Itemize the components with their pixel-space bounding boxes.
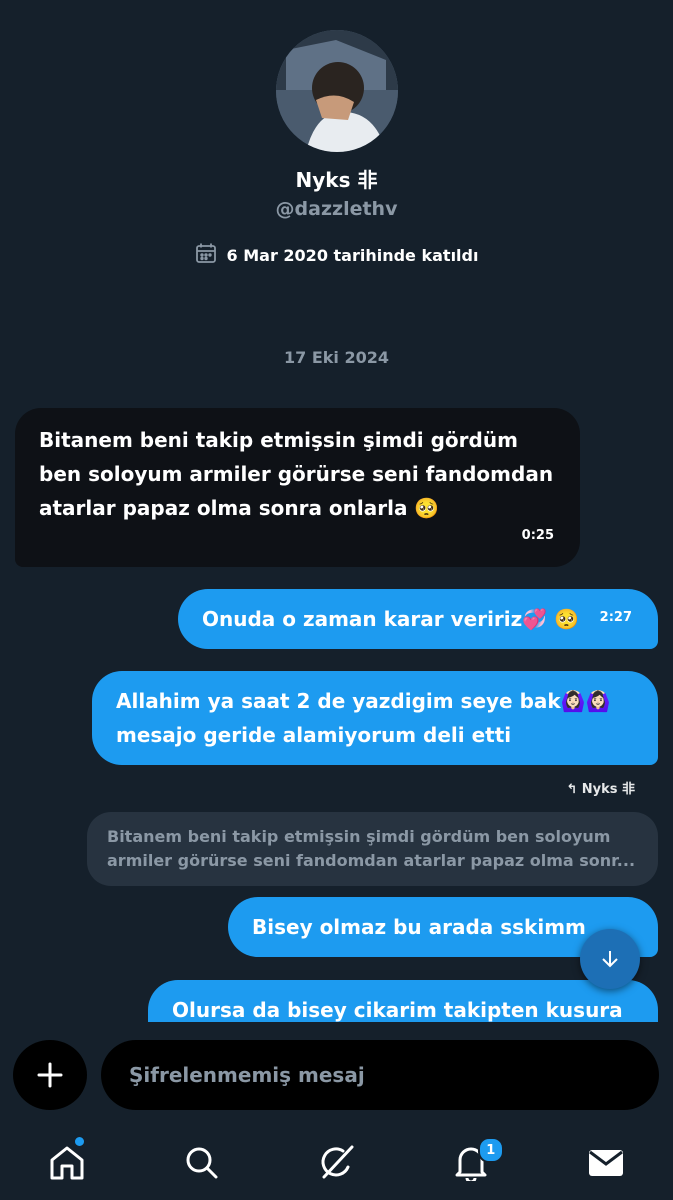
message-time: 0:25 (521, 528, 554, 543)
scroll-down-button[interactable] (580, 929, 640, 989)
message-time: 2:27 (599, 610, 632, 625)
message-sent[interactable]: Onuda o zaman karar veririz💞 🥺 2:27 (178, 589, 658, 649)
composer: Şifrelenmemiş mesaj (0, 1040, 673, 1110)
home-icon (50, 1146, 84, 1179)
message-text: Bitanem beni takip etmişsin şimdi gördüm… (39, 428, 554, 520)
message-sent[interactable]: Allahim ya saat 2 de yazdigim seye bak🙆🏻… (92, 671, 658, 765)
message-input[interactable]: Şifrelenmemiş mesaj (101, 1040, 659, 1110)
message-text: Allahim ya saat 2 de yazdigim seye bak🙆🏻… (116, 689, 611, 747)
date-separator: 17 Eki 2024 (284, 348, 389, 367)
reply-to-label: ↰ Nyks 非 (566, 782, 635, 797)
envelope-icon (588, 1149, 623, 1176)
search-icon (186, 1147, 218, 1178)
add-media-button[interactable] (13, 1040, 87, 1110)
message-text: Onuda o zaman karar veririz💞 🥺 (202, 607, 580, 631)
quoted-message[interactable]: Bitanem beni takip etmişsin şimdi gördüm… (87, 812, 658, 886)
tab-home[interactable] (0, 1125, 135, 1200)
message-sent[interactable]: Olursa da bisey cikarim takipten kusura (148, 980, 658, 1022)
arrow-down-icon (602, 951, 618, 968)
notifications-badge: 1 (477, 1137, 504, 1163)
tab-grok[interactable] (269, 1125, 404, 1200)
tab-search[interactable] (135, 1125, 270, 1200)
bottom-tab-bar: 1 (0, 1125, 673, 1200)
message-text: Olursa da bisey cikarim takipten kusura (172, 998, 623, 1022)
plus-icon (37, 1062, 63, 1088)
tab-notifications[interactable]: 1 (404, 1125, 539, 1200)
grok-icon (322, 1145, 354, 1178)
message-received[interactable]: Bitanem beni takip etmişsin şimdi gördüm… (15, 408, 580, 567)
message-list[interactable]: 17 Eki 2024 Bitanem beni takip etmişsin … (0, 0, 673, 1022)
message-input-placeholder: Şifrelenmemiş mesaj (129, 1063, 365, 1087)
home-unread-dot (75, 1137, 84, 1146)
tab-messages[interactable] (538, 1125, 673, 1200)
message-text: Bisey olmaz bu arada sskimm (252, 915, 586, 939)
